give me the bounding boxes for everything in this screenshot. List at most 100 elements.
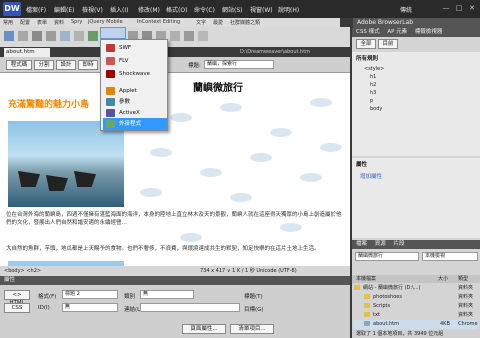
swf-icon: [106, 44, 115, 52]
doc-title-input[interactable]: 蘭嶼，探索行: [204, 60, 274, 69]
tab-css-styles[interactable]: CSS 樣式: [356, 29, 380, 35]
menu-view[interactable]: 檢視(V): [82, 5, 103, 14]
head-icon[interactable]: [170, 31, 180, 41]
menu-item-shockwave[interactable]: Shockwave: [103, 68, 167, 80]
flv-icon: [106, 57, 115, 65]
menu-item-swf[interactable]: SWF: [103, 42, 167, 54]
page-properties-button[interactable]: 頁面屬性...: [182, 324, 226, 334]
tab-favorites[interactable]: 最愛: [213, 19, 223, 26]
email-link-icon[interactable]: [18, 31, 28, 41]
design-view-button[interactable]: 設計: [56, 60, 76, 70]
menu-format[interactable]: 格式(O): [166, 5, 187, 14]
menu-site[interactable]: 網站(S): [222, 5, 243, 14]
file-row[interactable]: txt 資料夾: [354, 311, 478, 320]
plugin-icon: [106, 120, 115, 128]
table-icon[interactable]: [60, 31, 70, 41]
col-type[interactable]: 類型: [458, 275, 468, 283]
tab-text[interactable]: 文字: [196, 19, 206, 26]
tab-assets[interactable]: 資源: [375, 241, 386, 247]
col-local-files[interactable]: 本機檔案: [356, 276, 376, 282]
applet-icon: [106, 87, 115, 95]
rule-h2[interactable]: h2: [370, 82, 376, 88]
boats-photo[interactable]: [8, 121, 124, 207]
file-name: about.htm: [373, 321, 400, 327]
file-row[interactable]: about.htm 4KB Chrome: [354, 320, 478, 329]
menu-modify[interactable]: 修改(M): [138, 5, 160, 14]
split-view-button[interactable]: 分割: [34, 60, 54, 70]
rule-body[interactable]: body: [370, 106, 382, 112]
file-type: 資料夾: [458, 303, 474, 309]
file-name: 網站 - 蘭嶼微旅行 (D:\...): [363, 285, 421, 291]
file-row[interactable]: photoshoes 資料夾: [354, 293, 478, 302]
id-select[interactable]: 無: [62, 303, 118, 312]
tab-ap-elements[interactable]: AP 元素: [387, 29, 407, 35]
menu-edit[interactable]: 編輯(E): [54, 5, 74, 14]
all-button[interactable]: 全部: [356, 39, 376, 49]
live-view-button[interactable]: 即時: [78, 60, 98, 70]
tab-data[interactable]: 資料: [54, 19, 64, 26]
list-item-button[interactable]: 清單項目...: [230, 324, 274, 334]
named-anchor-icon[interactable]: [32, 31, 42, 41]
tab-incontext-editing[interactable]: InContext Editing: [137, 19, 180, 25]
document-tab[interactable]: about.htm: [4, 48, 50, 57]
tab-tag-inspector[interactable]: 標籤檢視器: [415, 29, 443, 35]
col-size[interactable]: 大小: [438, 275, 448, 283]
file-row[interactable]: 網站 - 蘭嶼微旅行 (D:\...) 資料夾: [354, 284, 478, 293]
tab-layout[interactable]: 配置: [20, 19, 30, 26]
close-button[interactable]: ✕: [466, 3, 478, 14]
tab-snippets[interactable]: 片段: [394, 241, 405, 247]
format-select[interactable]: 標題 2: [62, 290, 118, 299]
rule-style[interactable]: <style>: [364, 66, 384, 72]
rule-h1[interactable]: h1: [370, 74, 376, 80]
add-property-link[interactable]: 增加屬性: [352, 170, 480, 182]
html-file-icon: [364, 321, 370, 326]
workspace-switcher[interactable]: 傳統: [400, 5, 412, 14]
css-mode-button[interactable]: CSS: [4, 303, 30, 313]
templates-icon[interactable]: [198, 31, 208, 41]
menu-help[interactable]: 說明(H): [278, 5, 299, 14]
script-icon[interactable]: [184, 31, 194, 41]
class-select[interactable]: 無: [140, 290, 194, 299]
tab-common[interactable]: 常用: [3, 19, 13, 26]
doc-title-label: 標題:: [188, 63, 201, 69]
tab-forms[interactable]: 表單: [37, 19, 47, 26]
tag-selector[interactable]: <body> <h2>: [4, 266, 41, 276]
paragraph-nature[interactable]: 大自然的魚群，芋頭，地瓜都是上天賜予的食物。也們不奢侈，不浪費，與環境達成共生的…: [6, 245, 344, 253]
tab-jquery-mobile[interactable]: jQuery Mobile: [88, 19, 123, 25]
properties-header[interactable]: 屬性: [0, 276, 350, 285]
view-select[interactable]: 本機檢視: [422, 252, 478, 261]
menu-insert[interactable]: 插入(I): [110, 5, 128, 14]
tab-files[interactable]: 檔案: [356, 241, 367, 247]
media-dropdown-menu: SWF FLV Shockwave Applet 參數 ActiveX 外掛程式: [100, 39, 168, 131]
file-name: photoshoes: [373, 294, 402, 300]
link-input[interactable]: [140, 303, 240, 312]
menu-item-flv[interactable]: FLV: [103, 55, 167, 67]
tab-social-media[interactable]: 社群媒體之類: [230, 19, 260, 26]
rule-p[interactable]: p: [370, 98, 373, 104]
images-icon[interactable]: [88, 31, 98, 41]
minimize-button[interactable]: —: [440, 3, 452, 14]
hyperlink-icon[interactable]: [4, 31, 14, 41]
current-button[interactable]: 目前: [378, 39, 398, 49]
code-view-button[interactable]: 程式碼: [6, 60, 32, 70]
file-row[interactable]: Scripts 資料夾: [354, 302, 478, 311]
browserlab-panel-header[interactable]: Adobe BrowserLab: [353, 18, 480, 28]
menu-window[interactable]: 視窗(W): [250, 5, 273, 14]
menu-commands[interactable]: 命令(C): [194, 5, 215, 14]
menu-file[interactable]: 檔案(F): [26, 5, 46, 14]
div-icon[interactable]: [74, 31, 84, 41]
maximize-button[interactable]: □: [453, 3, 465, 14]
rule-h3[interactable]: h3: [370, 90, 376, 96]
paragraph-intro[interactable]: 位在台灣外海的蘭嶼島，四週不僅擁有湛藍海面的海洋，本身的陸地上直立林木及天的景觀…: [6, 211, 344, 227]
media-dropdown-button[interactable]: [100, 27, 126, 39]
menu-item-plugin[interactable]: 外掛程式: [103, 118, 167, 130]
insert-tabs-bar: 常用 配置 表單 資料 Spry jQuery Mobile InContext…: [0, 18, 340, 27]
html-mode-button[interactable]: <> HTML: [4, 290, 30, 306]
design-view[interactable]: 蘭嶼微旅行 充滿驚豔的魅力小島 位在台灣外海的蘭嶼島，四週不僅擁有湛藍海面的海洋…: [0, 73, 350, 266]
id-label: ID(I): [38, 305, 50, 311]
class-label: 類別: [124, 294, 136, 300]
horizontal-rule-icon[interactable]: [46, 31, 56, 41]
tab-spry[interactable]: Spry: [71, 19, 82, 25]
section-heading[interactable]: 充滿驚豔的魅力小島: [8, 97, 89, 110]
site-select[interactable]: 蘭嶼微旅行: [355, 252, 419, 261]
